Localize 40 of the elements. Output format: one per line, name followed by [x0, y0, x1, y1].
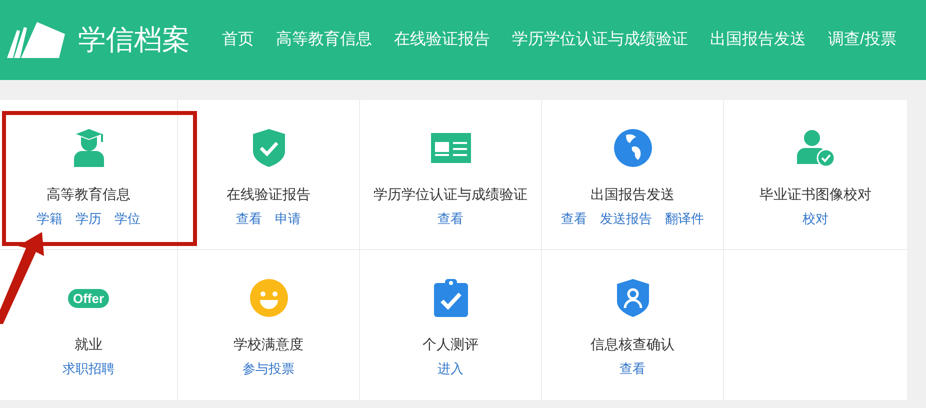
nav-link[interactable]: 高等教育信息 [276, 28, 372, 52]
tile-title: 个人测评 [422, 335, 478, 354]
tile-title: 学历学位认证与成绩验证 [374, 185, 528, 204]
shield-user-icon [616, 279, 648, 317]
clipboard-check-icon [434, 279, 468, 317]
tile-title: 信息核查确认 [590, 335, 674, 354]
nav-link[interactable]: 在线验证报告 [394, 28, 490, 52]
id-card-icon [430, 133, 470, 163]
nav-link[interactable]: 学历学位认证与成绩验证 [512, 28, 688, 52]
tile-link[interactable]: 校对 [802, 209, 828, 228]
offer-badge: Offer [68, 288, 110, 308]
tile-title: 出国报告发送 [590, 185, 674, 204]
tile-link[interactable]: 学籍 [36, 209, 62, 228]
tile-link[interactable]: 进入 [438, 359, 464, 378]
tile-title: 学校满意度 [234, 335, 304, 354]
nav-link[interactable]: 出国报告发送 [710, 28, 806, 52]
nav-link[interactable]: 首页 [222, 28, 254, 52]
tile-link[interactable]: 查看 [438, 209, 464, 228]
tile-title: 在线验证报告 [226, 185, 310, 204]
smiley-icon [250, 279, 288, 317]
tile-link[interactable]: 查看 [236, 209, 262, 228]
tile-title: 毕业证书图像校对 [760, 185, 872, 204]
tile-link[interactable]: 参与投票 [242, 359, 294, 378]
tile-link[interactable]: 求职招聘 [62, 359, 114, 378]
globe-icon [614, 129, 652, 167]
graduate-icon [74, 129, 104, 167]
tile-title: 就业 [74, 335, 102, 354]
logo-text: 学信档案 [78, 22, 190, 58]
tile-link[interactable]: 发送报告 [600, 209, 652, 228]
tile-link[interactable]: 翻译件 [665, 209, 704, 228]
tile-link[interactable]: 学位 [114, 209, 140, 228]
tile-link[interactable]: 学历 [76, 209, 102, 228]
nav-link[interactable]: 调查/投票 [828, 28, 896, 52]
tile-link[interactable]: 查看 [620, 359, 646, 378]
shield-check-icon [252, 129, 284, 167]
logo-icon [7, 22, 65, 58]
tile-link[interactable]: 查看 [561, 209, 587, 228]
user-check-icon [796, 130, 834, 166]
tile-title: 高等教育信息 [46, 185, 130, 204]
tile-link[interactable]: 申请 [275, 209, 301, 228]
